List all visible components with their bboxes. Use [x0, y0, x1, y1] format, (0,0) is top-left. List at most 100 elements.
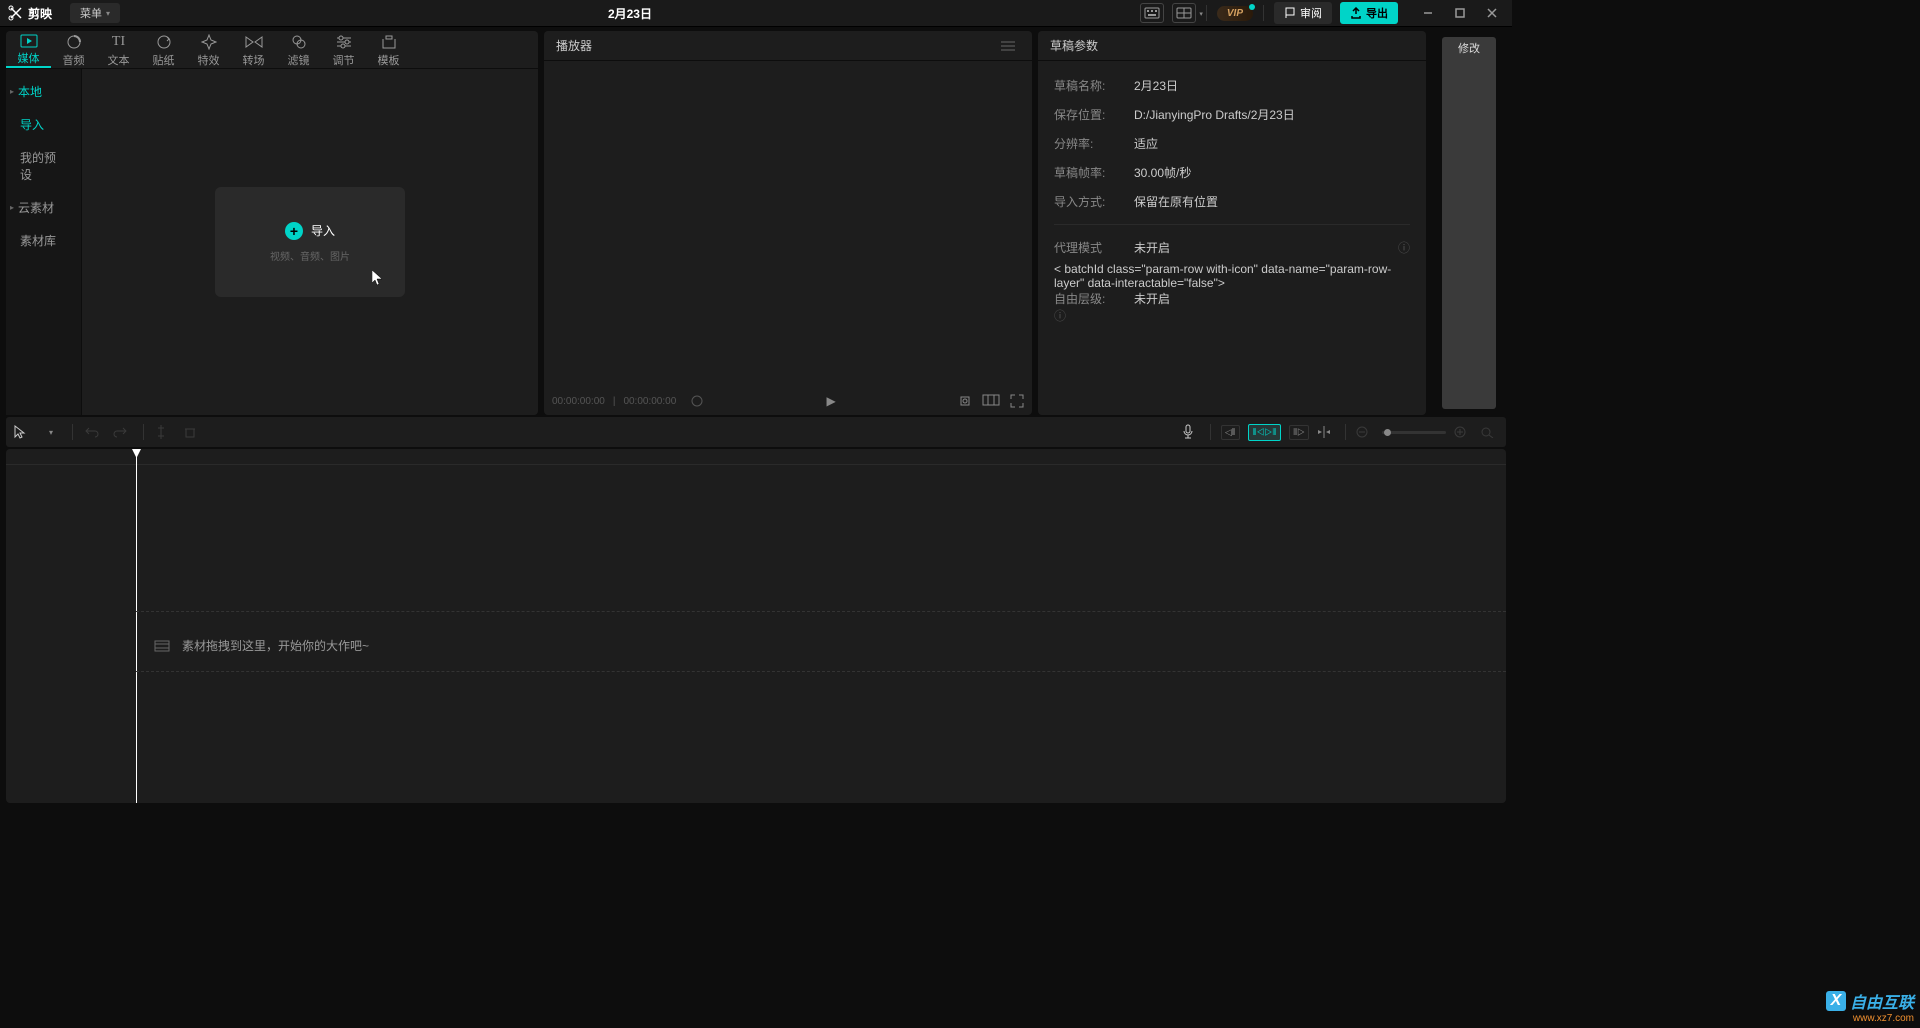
- menu-dropdown[interactable]: 菜单 ▾: [70, 3, 120, 23]
- crop-icon[interactable]: [958, 394, 972, 408]
- chevron-down-icon[interactable]: ▾: [42, 428, 60, 437]
- timeline-toolbar: ▾ ◁⫴ ⫴◁▷⫴ ⫴▷: [6, 417, 1506, 447]
- tab-media[interactable]: 媒体: [6, 33, 51, 68]
- media-body: 本地 导入 我的预设 云素材 素材库 + 导入 视频、音频、图片: [6, 69, 538, 415]
- undo-button[interactable]: [85, 426, 103, 438]
- params-panel: 草稿参数 草稿名称: 2月23日 保存位置: D:/JianyingPro Dr…: [1038, 31, 1426, 415]
- param-value: 30.00帧/秒: [1134, 164, 1191, 181]
- menu-label: 菜单: [80, 5, 102, 21]
- tab-template[interactable]: 模板: [366, 33, 411, 68]
- tab-label: 模板: [378, 52, 400, 68]
- keyboard-icon[interactable]: [1140, 3, 1164, 23]
- timeline-hint: 素材拖拽到这里，开始你的大作吧~: [154, 637, 369, 654]
- divider: [1345, 424, 1346, 440]
- param-label: 分辨率:: [1054, 135, 1134, 152]
- param-label: 草稿名称:: [1054, 77, 1134, 94]
- flag-icon: [1284, 7, 1296, 19]
- media-content: + 导入 视频、音频、图片: [82, 69, 538, 415]
- zoom-slider[interactable]: [1382, 431, 1446, 434]
- pointer-tool[interactable]: [14, 425, 32, 439]
- tab-filter[interactable]: 滤镜: [276, 33, 321, 68]
- app-name: 剪映: [28, 5, 52, 22]
- tab-audio[interactable]: 音频: [51, 33, 96, 68]
- param-value: 保留在原有位置: [1134, 193, 1218, 210]
- zoom-in-button[interactable]: [1454, 426, 1472, 438]
- export-label: 导出: [1366, 5, 1388, 21]
- param-row-resolution: 分辨率: 适应: [1054, 129, 1410, 158]
- resource-tabs: 媒体 音频 TI 文本 贴纸 特效 转场: [6, 31, 538, 69]
- ratio-icon[interactable]: [982, 394, 1000, 408]
- timeline-body[interactable]: 素材拖拽到这里，开始你的大作吧~: [6, 465, 1506, 803]
- titlebar-right: ▾ VIP 审阅 导出: [1140, 2, 1504, 24]
- time-ruler[interactable]: [6, 449, 1506, 465]
- tab-sticker[interactable]: 贴纸: [141, 33, 186, 68]
- transition-icon: [245, 33, 263, 50]
- sidenav-local[interactable]: 本地: [6, 75, 81, 108]
- timeline[interactable]: 素材拖拽到这里，开始你的大作吧~: [6, 449, 1506, 803]
- loop-icon[interactable]: [690, 394, 704, 408]
- zoom-out-button[interactable]: [1356, 426, 1374, 438]
- chevron-down-icon: ▾: [106, 9, 110, 18]
- sidenav-library[interactable]: 素材库: [6, 224, 81, 257]
- tab-effect[interactable]: 特效: [186, 33, 231, 68]
- param-row-import: 导入方式: 保留在原有位置: [1054, 187, 1410, 216]
- toolbar-right: ◁⫴ ⫴◁▷⫴ ⫴▷: [1182, 424, 1498, 441]
- param-row-proxy: 代理模式 未开启 ⓘ: [1054, 233, 1410, 262]
- params-title: 草稿参数: [1050, 37, 1098, 54]
- delete-button[interactable]: [184, 426, 202, 438]
- watermark-x-icon: X: [1826, 991, 1846, 1011]
- info-icon[interactable]: ⓘ: [1398, 239, 1410, 256]
- param-label: 导入方式:: [1054, 193, 1134, 210]
- close-button[interactable]: [1480, 3, 1504, 23]
- param-value: 未开启: [1134, 239, 1170, 256]
- info-icon[interactable]: ⓘ: [1054, 309, 1066, 323]
- titlebar: 剪映 菜单 ▾ 2月23日 ▾ VIP 审阅 导出: [0, 0, 1512, 27]
- export-button[interactable]: 导出: [1340, 2, 1398, 24]
- magnet-button[interactable]: ⫴◁▷⫴: [1248, 424, 1282, 441]
- tab-label: 调节: [333, 52, 355, 68]
- template-icon: [381, 33, 397, 50]
- sidenav-presets[interactable]: 我的预设: [6, 141, 81, 191]
- player-viewport[interactable]: [544, 61, 1032, 387]
- zoom-fit-button[interactable]: [1480, 426, 1498, 438]
- scissors-icon: [8, 5, 24, 21]
- tab-label: 音频: [63, 52, 85, 68]
- tab-transition[interactable]: 转场: [231, 33, 276, 68]
- param-value: D:/JianyingPro Drafts/2月23日: [1134, 106, 1295, 123]
- import-card[interactable]: + 导入 视频、音频、图片: [215, 187, 405, 297]
- param-row-path: 保存位置: D:/JianyingPro Drafts/2月23日: [1054, 100, 1410, 129]
- vip-badge[interactable]: VIP: [1217, 6, 1253, 21]
- snap-next-button[interactable]: ⫴▷: [1289, 425, 1309, 440]
- mic-icon[interactable]: [1182, 424, 1200, 440]
- align-icon[interactable]: [1317, 426, 1335, 438]
- maximize-button[interactable]: [1448, 3, 1472, 23]
- divider: [143, 424, 144, 440]
- split-button[interactable]: [156, 425, 174, 439]
- time-sep: |: [613, 396, 616, 407]
- player-right-icons: [958, 394, 1024, 408]
- menu-icon[interactable]: [996, 36, 1020, 56]
- sidenav-cloud[interactable]: 云素材: [6, 191, 81, 224]
- export-icon: [1350, 7, 1362, 19]
- zoom-handle[interactable]: [1384, 429, 1391, 436]
- params-header: 草稿参数: [1038, 31, 1426, 61]
- param-label: 草稿帧率:: [1054, 164, 1134, 181]
- layout-icon[interactable]: ▾: [1172, 3, 1196, 23]
- redo-button[interactable]: [113, 426, 131, 438]
- tab-adjust[interactable]: 调节: [321, 33, 366, 68]
- tab-text[interactable]: TI 文本: [96, 33, 141, 68]
- media-icon: [20, 33, 38, 48]
- minimize-button[interactable]: [1416, 3, 1440, 23]
- params-footer: 修改: [1432, 31, 1506, 415]
- review-button[interactable]: 审阅: [1274, 2, 1332, 24]
- divider: [1263, 5, 1264, 21]
- player-controls: 00:00:00:00 | 00:00:00:00 ▶: [544, 387, 1032, 415]
- param-label: 代理模式: [1054, 239, 1134, 256]
- fullscreen-icon[interactable]: [1010, 394, 1024, 408]
- sidenav-import[interactable]: 导入: [6, 108, 81, 141]
- text-icon: TI: [112, 33, 125, 50]
- modify-button[interactable]: 修改: [1442, 37, 1496, 409]
- snap-prev-button[interactable]: ◁⫴: [1221, 425, 1240, 440]
- play-button[interactable]: ▶: [827, 394, 836, 408]
- tab-label: 特效: [198, 52, 220, 68]
